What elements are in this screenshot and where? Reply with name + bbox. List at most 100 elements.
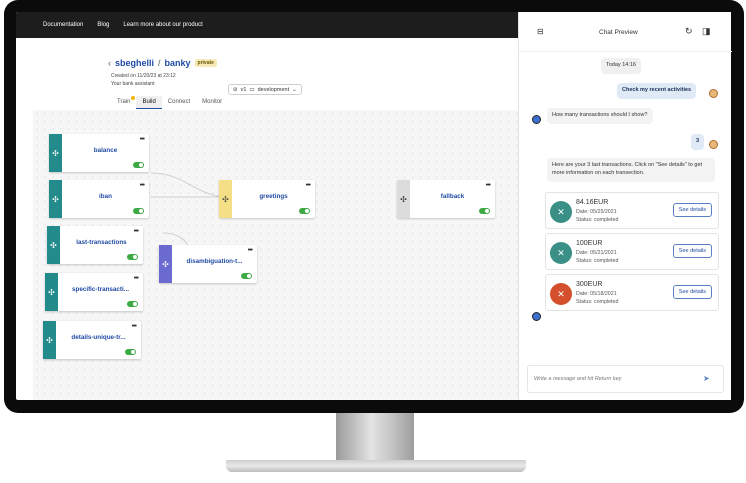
more-options-icon[interactable]: ••• <box>306 182 311 189</box>
message-input[interactable]: Write a message and hit Return key <box>527 365 724 393</box>
node-greetings[interactable]: ✣ greetings ••• <box>219 180 315 218</box>
node-toggle[interactable] <box>479 208 490 214</box>
node-label: fallback <box>440 193 465 200</box>
see-details-button[interactable]: See details <box>672 285 712 299</box>
transaction-card: ✕ 100EUR Date: 05/21/2021 Status: comple… <box>545 233 719 270</box>
drag-handle-icon[interactable]: ✣ <box>49 180 62 218</box>
tab-connect[interactable]: Connect <box>162 96 196 109</box>
monitor-stand <box>336 413 414 463</box>
tab-build[interactable]: Build <box>136 96 162 109</box>
panel-toggle-icon[interactable]: ◨ <box>702 26 711 37</box>
project-header: ‹ sbeghelli / banky private ⊘ v1 ▭ devel… <box>33 38 531 110</box>
node-fallback[interactable]: ✣ fallback ••• <box>397 180 495 218</box>
node-label: specific-transacti... <box>71 286 130 293</box>
chat-date: Today 14:16 <box>601 58 641 74</box>
tab-bar: Train Build Connect Monitor <box>111 96 228 109</box>
nav-learn-more[interactable]: Learn more about our product <box>123 22 202 28</box>
node-last-transactions[interactable]: ✣ last-transactions ••• <box>47 226 143 264</box>
node-toggle[interactable] <box>133 208 144 214</box>
monitor-icon: ▭ <box>249 86 255 93</box>
flow-editor: ‹ sbeghelli / banky private ⊘ v1 ▭ devel… <box>33 38 531 400</box>
drag-handle-icon[interactable]: ✣ <box>43 321 56 359</box>
created-date: Created on 11/20/23 at 23:12 <box>111 73 176 79</box>
drag-handle-icon[interactable]: ✣ <box>47 226 60 264</box>
drag-handle-icon[interactable]: ✣ <box>397 180 410 218</box>
node-label: last-transactions <box>76 239 127 246</box>
node-toggle[interactable] <box>133 162 144 168</box>
reset-icon[interactable]: ↻ <box>685 26 693 37</box>
user-avatar <box>709 89 718 98</box>
transfer-icon: ✕ <box>550 283 572 305</box>
more-options-icon[interactable]: ••• <box>132 323 137 330</box>
inbox-icon[interactable]: ⊟ <box>537 27 544 36</box>
see-details-button[interactable]: See details <box>672 244 712 258</box>
nav-documentation[interactable]: Documentation <box>43 22 83 28</box>
transaction-amount: 100EUR <box>576 240 603 247</box>
node-label: iban <box>99 193 112 200</box>
chevron-down-icon: ⌄ <box>292 86 297 93</box>
breadcrumb-separator: / <box>158 58 161 68</box>
user-avatar <box>709 140 718 149</box>
transaction-amount: 300EUR <box>576 281 603 288</box>
node-disambiguation[interactable]: ✣ disambiguation-t... ••• <box>159 245 257 283</box>
back-chevron-icon[interactable]: ‹ <box>108 58 111 68</box>
bot-message: Here are your 3 last transactions. Click… <box>547 158 715 182</box>
node-label: details-unique-tr... <box>71 334 126 341</box>
node-toggle[interactable] <box>125 349 136 355</box>
node-balance[interactable]: ✣ balance ••• <box>49 134 149 172</box>
transaction-amount: 84.16EUR <box>576 199 609 206</box>
user-message: 3 <box>691 134 705 150</box>
chat-header: ⊟ Chat Preview ↻ ◨ <box>519 12 732 52</box>
transaction-card: ✕ 84.16EUR Date: 05/25/2021 Status: comp… <box>545 192 719 229</box>
bot-avatar <box>532 312 541 321</box>
transaction-date: Date: 05/21/2021 <box>576 250 617 256</box>
node-specific-transactions[interactable]: ✣ specific-transacti... ••• <box>45 273 143 311</box>
monitor-bezel: Documentation Blog Learn more about our … <box>4 0 744 413</box>
more-options-icon[interactable]: ••• <box>134 275 139 282</box>
node-toggle[interactable] <box>127 301 138 307</box>
bot-message: How many transactions should I show? <box>547 108 653 124</box>
train-notification-dot <box>131 96 135 100</box>
environment-label: development <box>257 86 290 93</box>
more-options-icon[interactable]: ••• <box>140 182 145 189</box>
transfer-icon: ✕ <box>550 201 572 223</box>
node-toggle[interactable] <box>241 273 252 279</box>
breadcrumb: ‹ sbeghelli / banky private <box>108 58 217 68</box>
transaction-date: Date: 05/25/2021 <box>576 209 617 215</box>
version-selector[interactable]: ⊘ v1 ▭ development ⌄ <box>228 84 302 95</box>
tag-icon: ⊘ <box>233 86 238 93</box>
chat-preview-panel: ⊟ Chat Preview ↻ ◨ Today 14:16 Check my … <box>518 12 732 400</box>
chat-title: Chat Preview <box>599 29 638 36</box>
more-options-icon[interactable]: ••• <box>134 228 139 235</box>
node-label: disambiguation-t... <box>186 258 243 265</box>
transaction-status: Status: completed <box>576 217 619 223</box>
node-toggle[interactable] <box>127 254 138 260</box>
see-details-button[interactable]: See details <box>672 203 712 217</box>
drag-handle-icon[interactable]: ✣ <box>45 273 58 311</box>
transaction-date: Date: 05/18/2021 <box>576 291 617 297</box>
node-toggle[interactable] <box>299 208 310 214</box>
transaction-status: Status: completed <box>576 258 619 264</box>
node-iban[interactable]: ✣ iban ••• <box>49 180 149 218</box>
node-label: greetings <box>259 193 288 200</box>
breadcrumb-user[interactable]: sbeghelli <box>115 58 154 68</box>
node-details-unique[interactable]: ✣ details-unique-tr... ••• <box>43 321 141 359</box>
node-label: balance <box>93 147 118 154</box>
breadcrumb-project[interactable]: banky <box>165 58 191 68</box>
send-icon[interactable]: ➤ <box>703 374 710 383</box>
tab-monitor[interactable]: Monitor <box>196 96 228 109</box>
drag-handle-icon[interactable]: ✣ <box>49 134 62 172</box>
transfer-icon: ✕ <box>550 242 572 264</box>
more-options-icon[interactable]: ••• <box>140 136 145 143</box>
nav-blog[interactable]: Blog <box>97 22 109 28</box>
bot-avatar <box>532 115 541 124</box>
project-description: Your bank assistant <box>111 81 155 87</box>
version-tag: v1 <box>240 86 247 93</box>
transaction-card: ✕ 300EUR Date: 05/18/2021 Status: comple… <box>545 274 719 311</box>
more-options-icon[interactable]: ••• <box>248 247 253 254</box>
drag-handle-icon[interactable]: ✣ <box>159 245 172 283</box>
visibility-badge: private <box>194 59 217 67</box>
more-options-icon[interactable]: ••• <box>486 182 491 189</box>
drag-handle-icon[interactable]: ✣ <box>219 180 232 218</box>
transaction-status: Status: completed <box>576 299 619 305</box>
